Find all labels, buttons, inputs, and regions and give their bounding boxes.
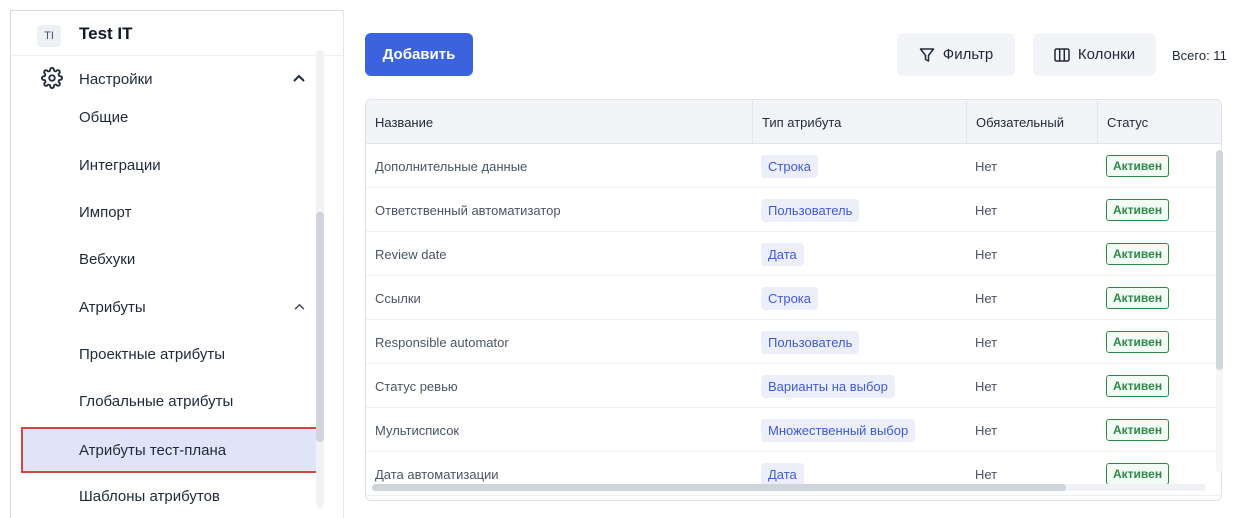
cell-name: Ответственный автоматизатор <box>375 202 561 218</box>
sidebar-item-label: Атрибуты <box>79 298 146 316</box>
sidebar-item-label: Проектные атрибуты <box>79 345 226 363</box>
status-badge: Активен <box>1106 155 1170 177</box>
column-header-name[interactable]: Название <box>366 100 752 144</box>
sidebar-item-label: Вебхуки <box>79 250 136 268</box>
chevron-up-icon <box>291 298 307 314</box>
total-count: Всего: 11 <box>1172 48 1227 63</box>
sidebar: TI Test IT Настройки Общие Интеграции Им… <box>10 10 344 518</box>
table-row[interactable]: Review date Дата Нет Активен <box>366 232 1221 276</box>
cell-status: Активен <box>1097 276 1221 320</box>
sidebar-item-label: Глобальные атрибуты <box>79 392 234 410</box>
sidebar-item-test-plan-attributes[interactable]: Атрибуты тест-плана <box>21 427 321 473</box>
left-frame <box>0 10 10 518</box>
type-badge: Дата <box>761 242 804 266</box>
sidebar-item-label: Интеграции <box>79 156 161 174</box>
sidebar-item-label: Импорт <box>79 203 132 221</box>
table-body: Дополнительные данные Строка Нет Активен… <box>366 144 1221 500</box>
cell-status: Активен <box>1097 188 1221 232</box>
sidebar-item-label: Общие <box>79 108 129 126</box>
cell-status: Активен <box>1097 320 1221 364</box>
project-header[interactable]: TI Test IT <box>11 11 344 56</box>
column-header-type[interactable]: Тип атрибута <box>752 100 966 144</box>
columns-button[interactable]: Колонки <box>1033 33 1156 76</box>
status-badge: Активен <box>1106 331 1170 353</box>
cell-required: Нет <box>975 334 998 350</box>
cell-name: Дополнительные данные <box>375 158 528 174</box>
cell-required: Нет <box>975 378 998 394</box>
column-header-required[interactable]: Обязательный <box>966 100 1097 144</box>
status-badge: Активен <box>1106 419 1170 441</box>
gear-icon <box>41 67 63 89</box>
table-vertical-scrollbar-thumb[interactable] <box>1216 150 1223 370</box>
cell-type: Строка <box>752 144 966 188</box>
cell-type: Множественный выбор <box>752 408 966 452</box>
chevron-up-icon <box>291 70 307 86</box>
cell-type: Строка <box>752 276 966 320</box>
cell-name: Responsible automator <box>375 334 509 350</box>
sidebar-item-attribute-templates[interactable]: Шаблоны атрибутов <box>21 473 321 518</box>
table-row[interactable]: Ответственный автоматизатор Пользователь… <box>366 188 1221 232</box>
table-row[interactable]: Мультисписок Множественный выбор Нет Акт… <box>366 408 1221 452</box>
type-badge: Пользователь <box>761 330 860 354</box>
sidebar-item-import[interactable]: Импорт <box>21 189 321 235</box>
project-title: Test IT <box>79 24 133 43</box>
add-button[interactable]: Добавить <box>365 33 473 76</box>
sidebar-item-label: Настройки <box>79 70 153 88</box>
table-row[interactable]: Статус ревью Варианты на выбор Нет Актив… <box>366 364 1221 408</box>
sidebar-scrollbar-thumb[interactable] <box>316 212 324 442</box>
top-frame <box>0 0 1248 10</box>
sidebar-item-general[interactable]: Общие <box>21 94 321 140</box>
type-badge: Варианты на выбор <box>761 374 895 398</box>
cell-type: Варианты на выбор <box>752 364 966 408</box>
table-row[interactable]: Responsible automator Пользователь Нет А… <box>366 320 1221 364</box>
columns-icon <box>1054 47 1070 62</box>
filter-button[interactable]: Фильтр <box>897 33 1015 76</box>
sidebar-item-global-attributes[interactable]: Глобальные атрибуты <box>21 378 321 424</box>
cell-name: Статус ревью <box>375 378 458 394</box>
type-badge: Строка <box>761 154 819 178</box>
type-badge: Дата <box>761 462 804 486</box>
table-row[interactable]: Ссылки Строка Нет Активен <box>366 276 1221 320</box>
column-header-status[interactable]: Статус <box>1097 100 1221 144</box>
cell-status: Активен <box>1097 408 1221 452</box>
cell-type: Пользователь <box>752 320 966 364</box>
sidebar-item-integrations[interactable]: Интеграции <box>21 142 321 188</box>
cell-name: Мультисписок <box>375 422 460 438</box>
cell-required: Нет <box>975 158 998 174</box>
filter-icon <box>919 47 935 62</box>
attributes-table: Название Тип атрибута Обязательный Стату… <box>365 99 1222 501</box>
cell-required: Нет <box>975 422 998 438</box>
status-badge: Активен <box>1106 463 1170 485</box>
cell-required: Нет <box>975 202 998 218</box>
cell-status: Активен <box>1097 364 1221 408</box>
cell-required: Нет <box>975 246 998 262</box>
type-badge: Строка <box>761 286 819 310</box>
status-badge: Активен <box>1106 375 1170 397</box>
cell-status: Активен <box>1097 232 1221 276</box>
sidebar-item-label: Шаблоны атрибутов <box>79 487 220 505</box>
filter-label: Фильтр <box>942 46 994 63</box>
cell-type: Пользователь <box>752 188 966 232</box>
table-header: Название Тип атрибута Обязательный Стату… <box>366 100 1221 144</box>
project-avatar: TI <box>37 25 61 47</box>
sidebar-item-webhooks[interactable]: Вебхуки <box>21 236 321 282</box>
type-badge: Пользователь <box>761 198 860 222</box>
status-badge: Активен <box>1106 199 1170 221</box>
sidebar-item-label: Атрибуты тест-плана <box>79 441 227 459</box>
type-badge: Множественный выбор <box>761 418 916 442</box>
cell-required: Нет <box>975 290 998 306</box>
cell-type: Дата <box>752 232 966 276</box>
cell-status: Активен <box>1097 144 1221 188</box>
status-badge: Активен <box>1106 243 1170 265</box>
sidebar-item-attributes[interactable]: Атрибуты <box>21 284 321 330</box>
sidebar-item-project-attributes[interactable]: Проектные атрибуты <box>21 331 321 377</box>
columns-label: Колонки <box>1077 46 1136 63</box>
table-row[interactable]: Дополнительные данные Строка Нет Активен <box>366 144 1221 188</box>
cell-name: Ссылки <box>375 290 421 306</box>
cell-name: Review date <box>375 246 447 262</box>
status-badge: Активен <box>1106 287 1170 309</box>
table-horizontal-scrollbar-thumb[interactable] <box>372 484 1066 491</box>
